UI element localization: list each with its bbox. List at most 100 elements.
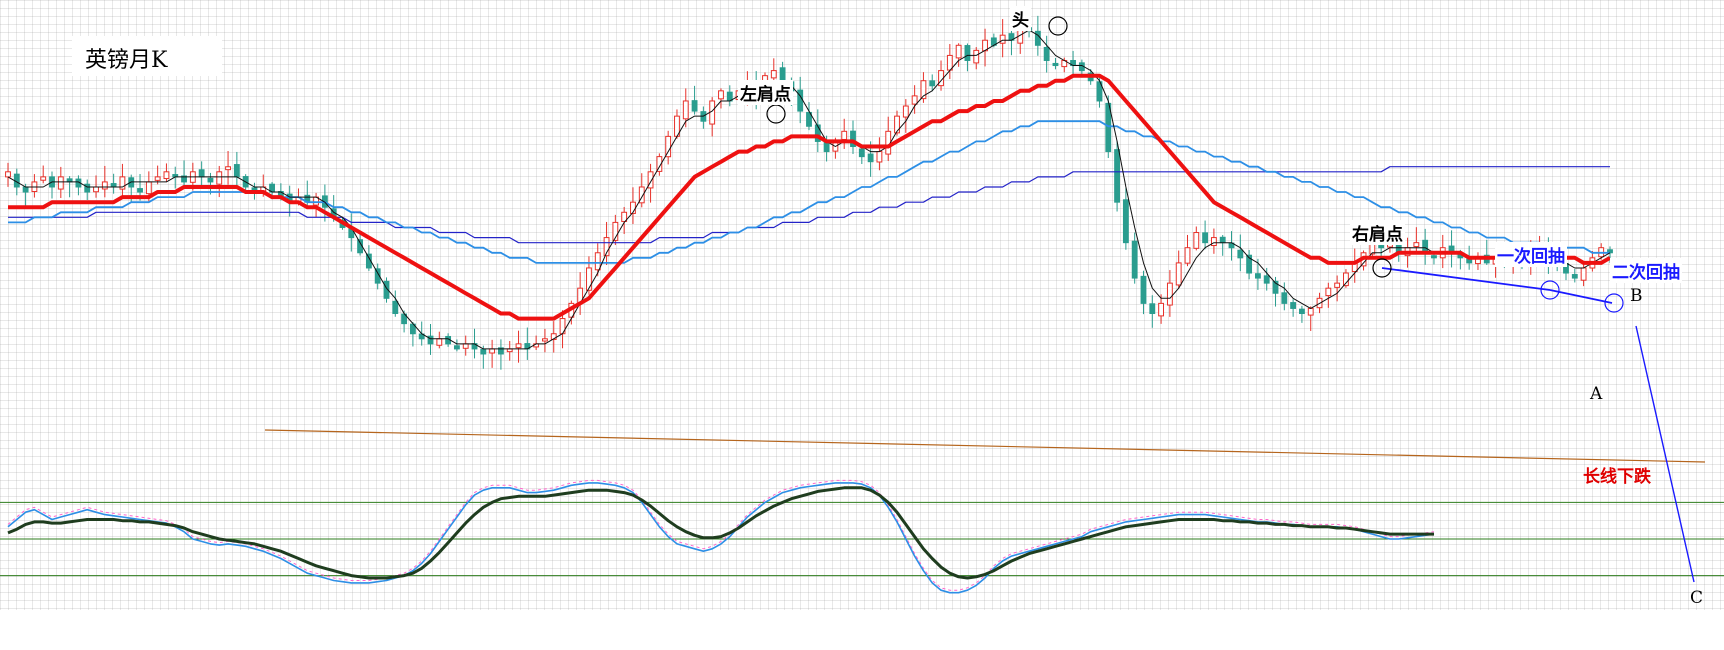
- candle: [1246, 249, 1253, 280]
- oscillator-levels: [0, 501, 1724, 577]
- candle: [392, 290, 399, 317]
- candle: [938, 60, 944, 91]
- annotation-point-c: C: [1690, 588, 1704, 608]
- candle-body: [1334, 282, 1341, 288]
- candle-body: [1237, 249, 1244, 259]
- ma-thin-black-line: [7, 29, 1611, 350]
- annotation-head: 头: [1010, 6, 1031, 31]
- head-circle: [1048, 16, 1068, 36]
- candle: [304, 180, 311, 208]
- candle-body: [1413, 242, 1420, 248]
- candle-body: [462, 343, 469, 349]
- candle-body: [1166, 282, 1173, 306]
- candle-body: [1052, 62, 1059, 67]
- candle-body: [973, 49, 980, 64]
- candle: [1237, 234, 1244, 272]
- candle-body: [823, 141, 830, 153]
- candle: [1175, 250, 1182, 289]
- candle-body: [779, 67, 786, 82]
- candle: [1052, 57, 1059, 70]
- candle: [1149, 295, 1156, 328]
- candle-body: [436, 338, 443, 346]
- candle-body: [999, 34, 1006, 44]
- candle: [1281, 282, 1288, 311]
- annotation-second-pullback: 二次回抽: [1610, 258, 1682, 283]
- candle: [498, 339, 504, 370]
- candle: [163, 163, 170, 182]
- candle-body: [894, 115, 900, 134]
- candle: [647, 163, 654, 203]
- candle: [550, 321, 557, 353]
- candle-body: [1307, 307, 1314, 316]
- candle: [1122, 188, 1129, 250]
- candle: [982, 28, 988, 67]
- candle-body: [858, 148, 865, 158]
- candle: [1448, 230, 1455, 268]
- annotation-long-term-down: 长线下跌: [1583, 467, 1651, 487]
- candle-body: [1254, 273, 1261, 279]
- candle: [1193, 226, 1200, 251]
- candle: [181, 160, 187, 189]
- candle-body: [1431, 255, 1437, 259]
- candle: [1131, 232, 1138, 284]
- candle-body: [84, 183, 91, 193]
- candle: [489, 339, 496, 368]
- candle-body: [1175, 262, 1182, 286]
- candle: [1422, 228, 1429, 265]
- candle: [902, 99, 909, 133]
- candle-body: [1299, 308, 1305, 314]
- candle-body: [1210, 237, 1217, 247]
- candle: [665, 130, 672, 165]
- candle: [726, 85, 733, 107]
- candle-body: [57, 176, 64, 190]
- projection-line-bc: [1635, 325, 1695, 583]
- candle: [1475, 252, 1481, 271]
- candle: [515, 330, 522, 363]
- candle: [57, 166, 64, 198]
- candle: [533, 335, 540, 351]
- candle-body: [101, 181, 108, 190]
- candle-body: [682, 100, 689, 120]
- candle-body: [1140, 275, 1147, 304]
- candle-body: [1281, 292, 1288, 304]
- candle: [84, 179, 91, 201]
- candle: [1325, 282, 1332, 308]
- candle-body: [902, 105, 909, 118]
- candle-body: [1034, 30, 1041, 46]
- candle: [806, 102, 812, 131]
- candle: [436, 331, 443, 349]
- candle: [427, 323, 434, 355]
- candle-body: [392, 300, 399, 314]
- candle-body: [1114, 149, 1120, 203]
- chart-area: 英镑月K 头 左肩点 右肩点 一次回抽 二次回抽 长线下跌 A B C: [0, 0, 1724, 610]
- candle-body: [1202, 232, 1209, 244]
- pullback-line-1: [1381, 267, 1551, 291]
- candle-body: [145, 181, 152, 195]
- candle: [110, 173, 117, 194]
- chart-svg: [0, 15, 1724, 594]
- candle: [1210, 228, 1217, 254]
- candle: [638, 173, 645, 208]
- marker-circles: [766, 16, 1624, 313]
- candle: [225, 151, 231, 185]
- candle-body: [154, 176, 161, 181]
- candle: [946, 44, 953, 80]
- candle: [542, 328, 548, 353]
- candle-body: [515, 343, 522, 349]
- candle: [348, 213, 355, 252]
- candle-body: [225, 166, 231, 171]
- candle: [850, 120, 856, 154]
- long-term-down-line: [264, 429, 1706, 463]
- candle: [1202, 220, 1209, 250]
- candle-body: [480, 348, 487, 355]
- candle: [1299, 305, 1305, 323]
- candle-body: [489, 348, 496, 354]
- candle-body: [867, 153, 874, 163]
- candle-body: [718, 90, 724, 100]
- candle-body: [964, 45, 971, 61]
- candle: [973, 47, 980, 70]
- candle: [1413, 227, 1420, 253]
- candle-body: [929, 80, 936, 87]
- candle: [1571, 269, 1578, 283]
- candle: [1483, 239, 1490, 265]
